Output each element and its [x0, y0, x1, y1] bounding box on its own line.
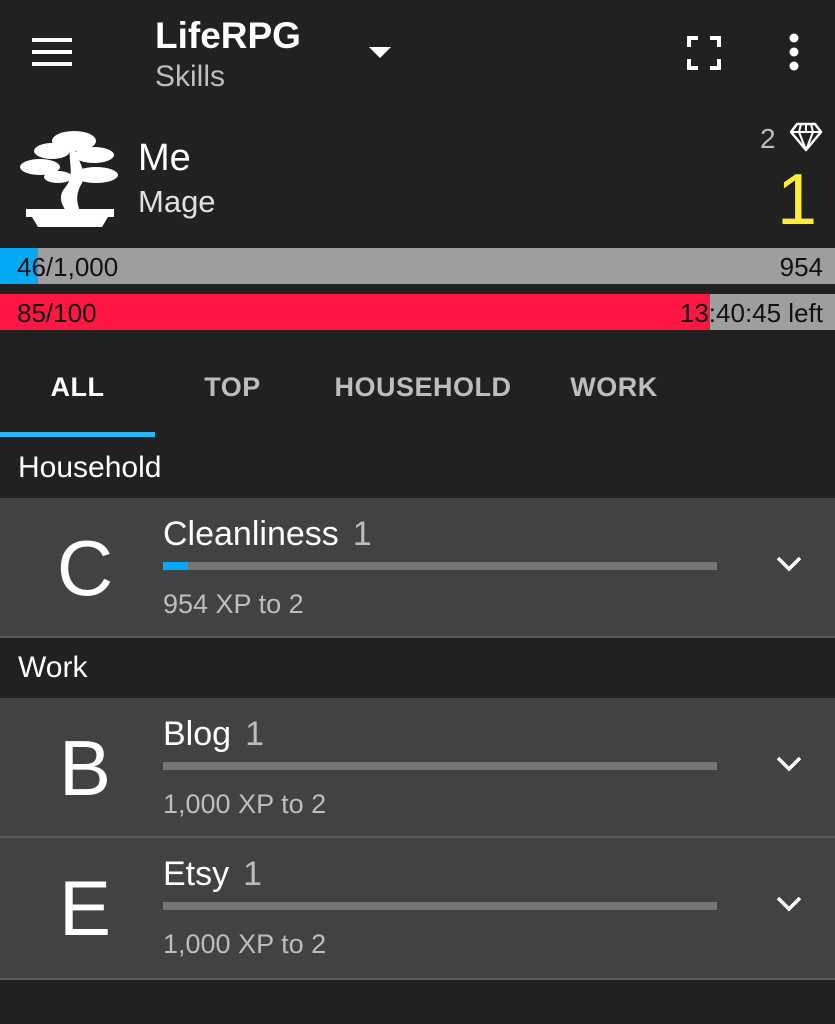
section-title: Work	[18, 651, 88, 684]
skill-letter: C	[56, 524, 114, 612]
hp-time-left-text: 13:40:45 left	[679, 298, 823, 328]
skill-level: 1	[245, 715, 264, 753]
skill-name-text: Etsy	[163, 855, 230, 893]
tab-all[interactable]: ALL	[0, 336, 155, 438]
section-title: Household	[18, 451, 162, 484]
hamburger-menu-icon	[32, 38, 72, 66]
skill-xp-text: 1,000 XP to 2	[163, 929, 327, 959]
app-toolbar: LifeRPG Skills	[0, 0, 835, 110]
gem-count: 2	[760, 123, 776, 154]
skill-progress-bar	[163, 562, 717, 570]
hp-progress-bar: 85/100 13:40:45 left	[0, 294, 835, 330]
tab-top[interactable]: TOP	[155, 336, 310, 438]
screen-subtitle: Skills	[155, 60, 226, 93]
hp-progress-fill	[0, 294, 710, 330]
skill-progress-bar	[163, 762, 717, 770]
skill-progress-fill	[163, 562, 189, 570]
chevron-down-icon	[776, 896, 802, 912]
tab-work[interactable]: WORK	[536, 336, 692, 438]
xp-progress-bar: 46/1,000 954	[0, 248, 835, 284]
fullscreen-button[interactable]	[683, 32, 725, 74]
skill-category-tabs: ALL TOP HOUSEHOLD WORK	[0, 336, 835, 438]
title-dropdown-button[interactable]	[360, 36, 400, 68]
profile-class: Mage	[138, 184, 216, 219]
expand-button[interactable]	[770, 548, 808, 580]
chevron-down-icon	[776, 756, 802, 772]
hp-progress-text: 85/100	[17, 298, 97, 328]
skill-name: Etsy 1	[163, 854, 262, 894]
skill-letter: B	[58, 724, 112, 812]
diamond-icon	[789, 121, 823, 153]
skill-name-text: Blog	[163, 715, 232, 753]
skill-row-blog[interactable]: B Blog 1 1,000 XP to 2	[0, 698, 835, 838]
skill-name: Blog 1	[163, 714, 264, 754]
overflow-menu-button[interactable]	[776, 30, 812, 74]
section-header-household: Household	[0, 438, 835, 498]
section-header-work: Work	[0, 638, 835, 698]
fullscreen-icon	[687, 36, 721, 70]
expand-button[interactable]	[770, 748, 808, 780]
app-title: LifeRPG	[155, 15, 301, 56]
profile-name: Me	[138, 137, 191, 179]
xp-remaining-text: 954	[779, 252, 823, 282]
bonsai-tree-icon	[20, 131, 118, 227]
arrow-drop-down-icon	[369, 47, 391, 58]
skill-row-etsy[interactable]: E Etsy 1 1,000 XP to 2	[0, 838, 835, 980]
skill-level: 1	[243, 855, 263, 893]
xp-progress-text: 46/1,000	[17, 252, 119, 282]
skill-row-cleanliness[interactable]: C Cleanliness 1 954 XP to 2	[0, 498, 835, 638]
chevron-down-icon	[776, 556, 802, 572]
menu-button[interactable]	[30, 30, 90, 74]
skill-level: 1	[352, 515, 372, 553]
toolbar-titles[interactable]: LifeRPG Skills	[155, 14, 301, 95]
more-vert-icon	[789, 33, 799, 71]
tab-indicator	[0, 432, 155, 437]
skill-name: Cleanliness 1	[163, 514, 372, 554]
expand-button[interactable]	[770, 888, 808, 920]
skill-letter: E	[58, 864, 112, 952]
tab-household[interactable]: HOUSEHOLD	[310, 336, 536, 438]
skill-xp-text: 1,000 XP to 2	[163, 789, 327, 819]
avatar[interactable]	[18, 125, 123, 227]
player-level: 1	[776, 160, 817, 240]
skill-name-text: Cleanliness	[163, 515, 339, 553]
skill-xp-text: 954 XP to 2	[163, 589, 304, 619]
skill-progress-bar	[163, 902, 717, 910]
